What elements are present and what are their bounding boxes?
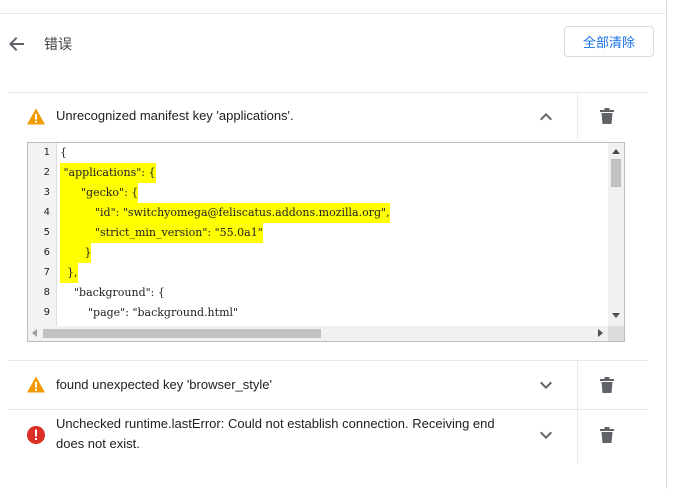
chevron-down-icon — [540, 381, 552, 389]
clear-all-button[interactable]: 全部清除 — [564, 26, 654, 57]
code-line: 3 "gecko": { — [28, 183, 608, 203]
vertical-separator — [577, 93, 578, 139]
delete-button[interactable] — [597, 425, 617, 445]
code-text-highlighted: } — [60, 243, 92, 263]
code-line: 6 } — [28, 243, 608, 263]
arrow-back-icon — [9, 37, 24, 51]
vertical-separator — [577, 410, 578, 464]
error-message-line2: does not exist. — [56, 436, 140, 451]
line-number: 2 — [43, 167, 50, 178]
line-number: 6 — [43, 247, 50, 258]
line-number: 3 — [43, 187, 50, 198]
scroll-left-arrow-icon[interactable] — [32, 329, 37, 337]
code-text-highlighted: }, — [60, 263, 78, 283]
expand-button[interactable] — [536, 425, 556, 445]
code-line: 5 "strict_min_version": "55.0a1" — [28, 223, 608, 243]
error-circle-icon — [27, 426, 45, 444]
warning-triangle-icon — [27, 376, 45, 393]
horizontal-scroll-thumb[interactable] — [43, 329, 321, 338]
code-text-highlighted: "strict_min_version": "55.0a1" — [60, 223, 263, 243]
vertical-scroll-thumb[interactable] — [611, 159, 621, 187]
collapse-button[interactable] — [536, 107, 556, 127]
warning-triangle-icon — [27, 108, 45, 125]
line-number: 9 — [43, 307, 50, 318]
error-message: Unrecognized manifest key 'applications'… — [56, 108, 294, 123]
scroll-right-arrow-icon[interactable] — [598, 329, 603, 337]
code-text: { — [60, 146, 67, 159]
expand-button[interactable] — [536, 375, 556, 395]
error-item: found unexpected key 'browser_style' — [8, 361, 648, 409]
code-line: 7 }, — [28, 263, 608, 283]
line-number: 1 — [43, 147, 50, 158]
scroll-up-arrow-icon[interactable] — [612, 149, 620, 154]
line-number: 5 — [43, 227, 50, 238]
code-line: 8 "background": { — [28, 283, 608, 303]
error-message-line1: Unchecked runtime.lastError: Could not e… — [56, 416, 495, 431]
error-message: found unexpected key 'browser_style' — [56, 377, 272, 392]
code-text: "background": { — [60, 286, 165, 299]
code-viewer[interactable]: 1 { 2 "applications": { 3 "gecko": { 4 "… — [27, 142, 625, 342]
scrollbar-corner — [608, 326, 624, 341]
code-line: 1 { — [28, 143, 608, 163]
error-item: Unchecked runtime.lastError: Could not e… — [8, 410, 648, 470]
code-text: "page": "background.html" — [60, 306, 239, 319]
vertical-separator — [577, 361, 578, 409]
code-line: 4 "id": "switchyomega@feliscatus.addons.… — [28, 203, 608, 223]
code-line: 9 "page": "background.html" — [28, 303, 608, 323]
chevron-up-icon — [540, 113, 552, 121]
right-panel — [666, 0, 699, 489]
line-number: 4 — [43, 207, 50, 218]
vertical-scrollbar[interactable] — [608, 143, 624, 326]
code-text-highlighted: "applications": { — [60, 163, 156, 183]
horizontal-scrollbar[interactable] — [28, 326, 608, 341]
extension-errors-page: 错误 全部清除 Unrecognized manifest key 'appli… — [0, 0, 699, 489]
code-text-highlighted: "gecko": { — [60, 183, 139, 203]
header-bar: 错误 全部清除 — [0, 14, 666, 74]
delete-button[interactable] — [597, 375, 617, 395]
page-title: 错误 — [44, 36, 72, 52]
chevron-down-icon — [540, 431, 552, 439]
trash-icon — [600, 377, 614, 393]
line-number: 8 — [43, 287, 50, 298]
scroll-down-arrow-icon[interactable] — [612, 313, 620, 318]
trash-icon — [600, 427, 614, 443]
code-text-highlighted: "id": "switchyomega@feliscatus.addons.mo… — [60, 203, 390, 223]
code-line: 2 "applications": { — [28, 163, 608, 183]
line-number: 7 — [43, 267, 50, 278]
delete-button[interactable] — [597, 106, 617, 126]
trash-icon — [600, 108, 614, 124]
back-button[interactable] — [6, 33, 28, 55]
